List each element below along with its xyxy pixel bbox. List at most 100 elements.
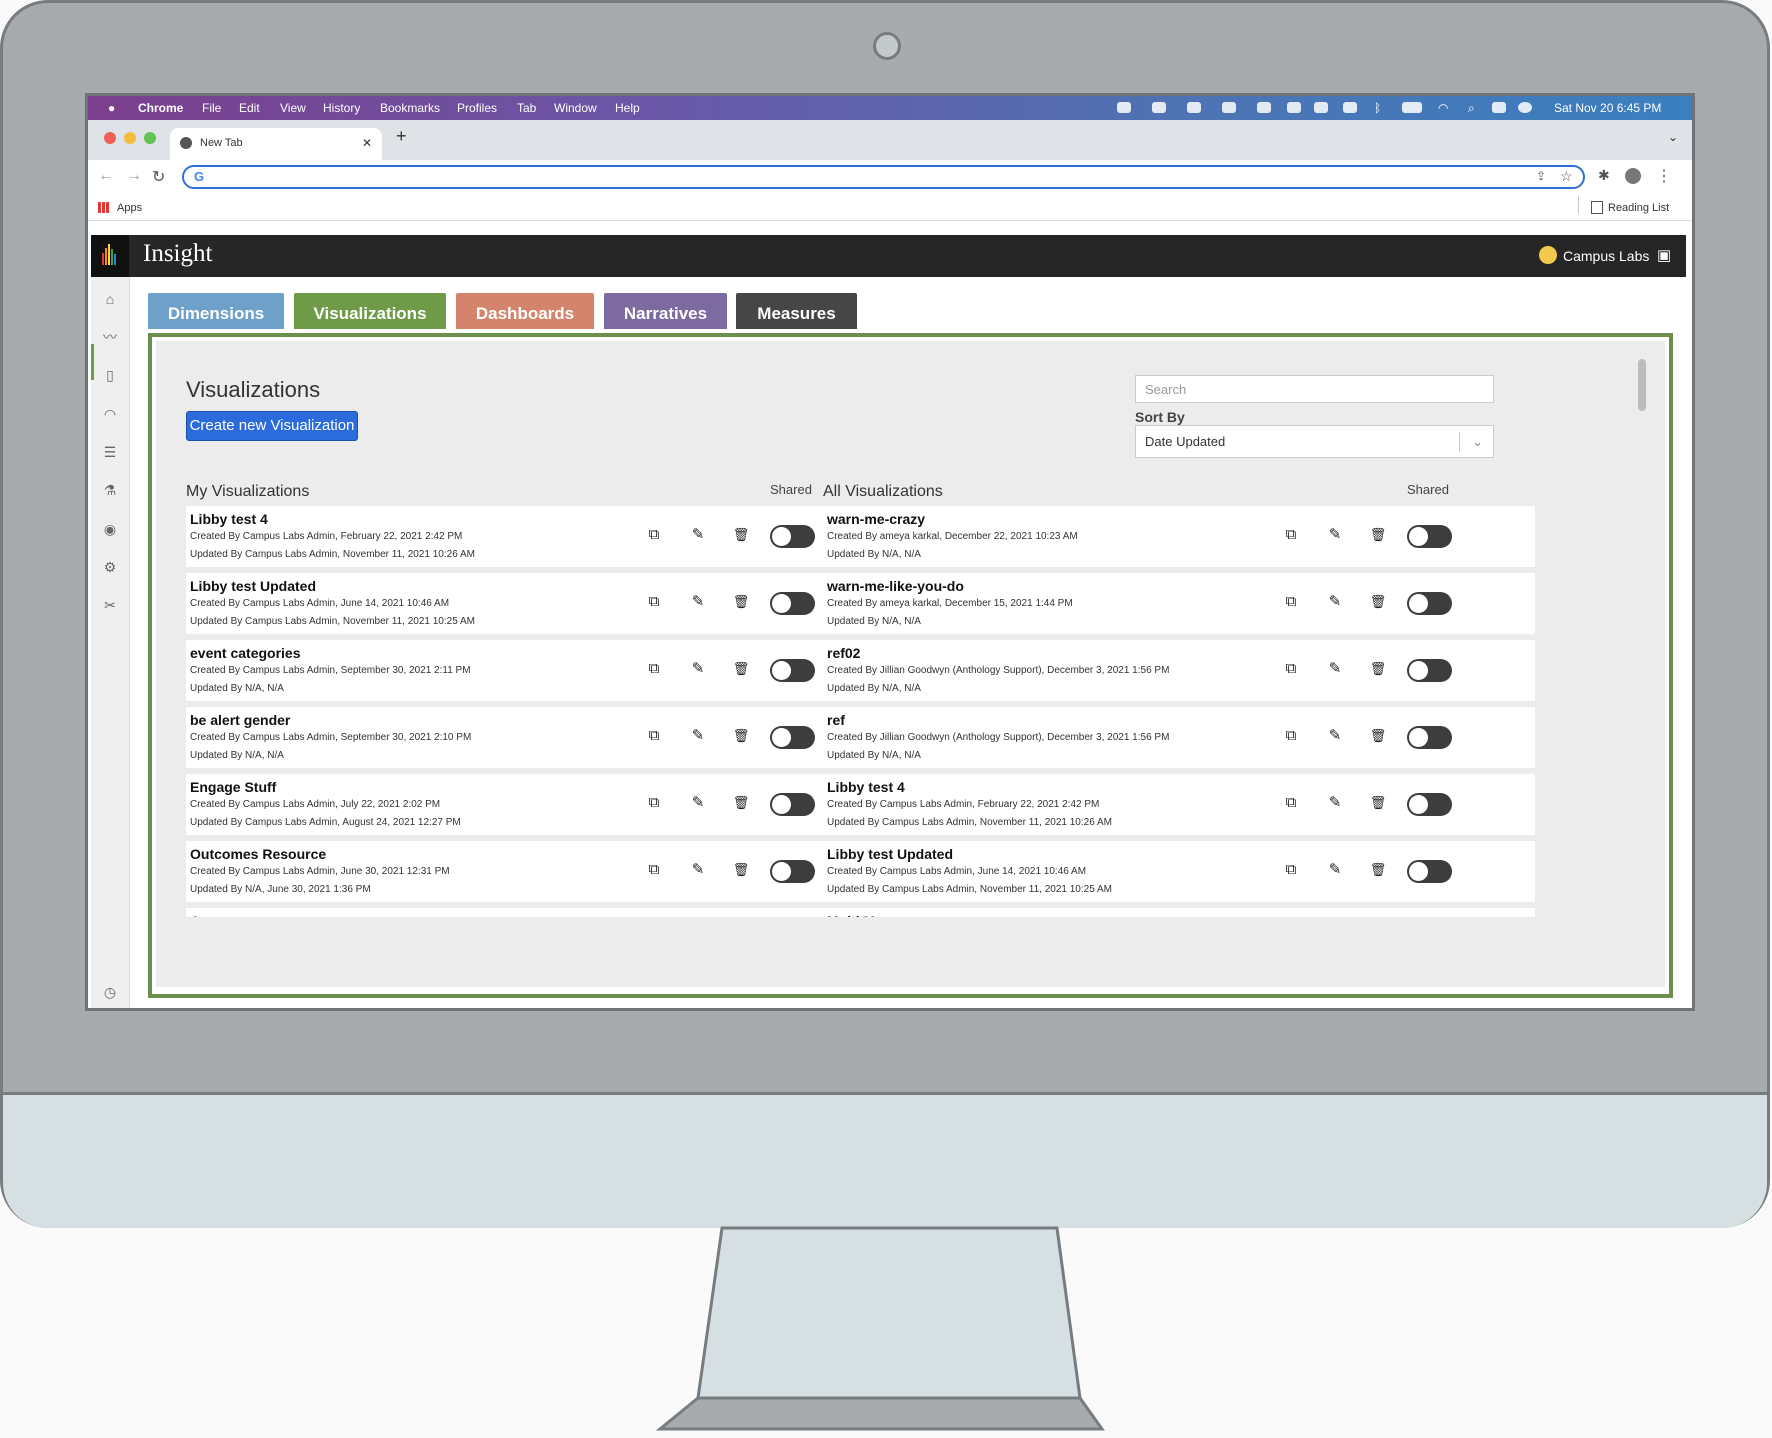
visualization-row[interactable]: event categories Created By Campus Labs A… xyxy=(186,640,898,704)
visualization-row[interactable]: ref Created By Jillian Goodwyn (Anthology… xyxy=(823,707,1535,771)
shared-toggle[interactable] xyxy=(1407,726,1452,749)
search-input[interactable]: Search xyxy=(1135,375,1494,403)
edit-icon[interactable]: ✎ xyxy=(1326,861,1344,879)
share-icon[interactable]: ⇪ xyxy=(1536,169,1546,183)
visualization-name[interactable]: be alert gender xyxy=(190,712,290,728)
create-visualization-button[interactable]: Create new Visualization xyxy=(186,411,358,441)
minimize-window-button[interactable] xyxy=(124,132,136,144)
visualization-name[interactable]: ref xyxy=(827,712,845,728)
visualization-name[interactable]: event categories xyxy=(190,645,301,661)
edit-icon[interactable]: ✎ xyxy=(1326,526,1344,544)
visualization-row[interactable]: Libby test 4 Created By Campus Labs Admin… xyxy=(186,506,898,570)
bookmark-star-icon[interactable]: ☆ xyxy=(1560,168,1573,185)
edit-icon[interactable]: ✎ xyxy=(1326,727,1344,745)
menu-help[interactable]: Help xyxy=(615,101,640,115)
visualization-name[interactable]: Engage Stuff xyxy=(190,779,276,795)
trash-icon[interactable]: 🗑 xyxy=(732,861,750,879)
tools-icon[interactable]: ✂ xyxy=(101,596,119,614)
trend-icon[interactable]: 〰 xyxy=(101,328,119,346)
visualization-name[interactable]: warn-me-like-you-do xyxy=(827,578,964,594)
visualization-row[interactable]: Outcomes Resource Created By Campus Labs … xyxy=(186,841,898,905)
browser-tab[interactable]: New Tab ✕ xyxy=(170,128,382,160)
app-title[interactable]: Insight xyxy=(143,240,212,268)
menubar-clock[interactable]: Sat Nov 20 6:45 PM xyxy=(1554,101,1661,115)
new-tab-button[interactable]: + xyxy=(396,126,407,147)
reading-list-icon[interactable] xyxy=(1591,201,1603,214)
visualization-row[interactable]: warn-me-crazy Created By ameya karkal, De… xyxy=(823,506,1535,570)
visualization-name[interactable]: Libby test 4 xyxy=(827,779,905,795)
status-icon[interactable] xyxy=(1222,102,1236,113)
tab-search-chevron-icon[interactable]: ⌄ xyxy=(1668,130,1678,144)
visualization-row[interactable]: Libby test Updated Created By Campus Labs… xyxy=(823,841,1535,905)
control-center-icon[interactable] xyxy=(1492,102,1506,113)
visualization-row[interactable]: Libby test 4 Created By Campus Labs Admin… xyxy=(823,774,1535,838)
shared-toggle[interactable] xyxy=(1407,592,1452,615)
gear-icon[interactable]: ⚙ xyxy=(101,558,119,576)
visualization-name[interactable]: Libby test Updated xyxy=(190,578,316,594)
shared-toggle[interactable] xyxy=(1407,860,1452,883)
flask-icon[interactable]: ⚗ xyxy=(101,481,119,499)
wifi-icon[interactable]: ◠ xyxy=(1438,101,1448,115)
trash-icon[interactable]: 🗑 xyxy=(732,526,750,544)
gift-icon[interactable]: ▣ xyxy=(1657,246,1671,264)
cloud-icon[interactable] xyxy=(1117,102,1131,113)
extensions-icon[interactable]: ✱ xyxy=(1598,167,1610,184)
shared-toggle[interactable] xyxy=(770,659,815,682)
book-icon[interactable]: ▯ xyxy=(101,366,119,384)
copy-icon[interactable]: ⧉ xyxy=(645,794,663,812)
tab-dashboards[interactable]: Dashboards xyxy=(456,293,594,329)
trash-icon[interactable]: 🗑 xyxy=(732,660,750,678)
trash-icon[interactable]: 🗑 xyxy=(1369,861,1387,879)
close-window-button[interactable] xyxy=(104,132,116,144)
copy-icon[interactable]: ⧉ xyxy=(645,660,663,678)
shared-toggle[interactable] xyxy=(1407,793,1452,816)
status-icon[interactable] xyxy=(1257,102,1271,113)
status-icon[interactable] xyxy=(1287,102,1301,113)
tab-visualizations[interactable]: Visualizations xyxy=(294,293,446,329)
copy-icon[interactable]: ⧉ xyxy=(1282,794,1300,812)
list-icon[interactable]: ☰ xyxy=(101,443,119,461)
siri-icon[interactable] xyxy=(1518,102,1532,113)
edit-icon[interactable]: ✎ xyxy=(689,861,707,879)
copy-icon[interactable]: ⧉ xyxy=(645,727,663,745)
gauge-icon[interactable]: ◠ xyxy=(101,405,119,423)
shared-toggle[interactable] xyxy=(770,525,815,548)
status-icon[interactable] xyxy=(1314,102,1328,113)
copy-icon[interactable]: ⧉ xyxy=(645,526,663,544)
home-icon[interactable]: ⌂ xyxy=(101,290,119,308)
status-icon[interactable] xyxy=(1343,102,1357,113)
trash-icon[interactable]: 🗑 xyxy=(1369,593,1387,611)
forward-icon[interactable]: → xyxy=(126,167,142,185)
menu-history[interactable]: History xyxy=(323,101,360,115)
edit-icon[interactable]: ✎ xyxy=(689,526,707,544)
shared-toggle[interactable] xyxy=(1407,659,1452,682)
shared-toggle[interactable] xyxy=(770,793,815,816)
menu-view[interactable]: View xyxy=(280,101,306,115)
copy-icon[interactable]: ⧉ xyxy=(1282,526,1300,544)
shared-toggle[interactable] xyxy=(770,860,815,883)
trash-icon[interactable]: 🗑 xyxy=(732,794,750,812)
visualization-row[interactable]: ref02 Created By Jillian Goodwyn (Antholo… xyxy=(823,640,1535,704)
menu-file[interactable]: File xyxy=(202,101,221,115)
tab-measures[interactable]: Measures xyxy=(736,293,857,329)
trash-icon[interactable]: 🗑 xyxy=(732,593,750,611)
visualization-name[interactable]: Multi Measure xyxy=(827,913,920,917)
copy-icon[interactable]: ⧉ xyxy=(1282,727,1300,745)
visualization-name[interactable]: Outcomes Resource xyxy=(190,846,326,862)
insight-logo-icon[interactable] xyxy=(91,235,129,277)
shared-toggle[interactable] xyxy=(1407,525,1452,548)
status-icon[interactable] xyxy=(1187,102,1201,113)
copy-icon[interactable]: ⧉ xyxy=(645,593,663,611)
visualization-row[interactable]: Engage Stuff Created By Campus Labs Admin… xyxy=(186,774,898,838)
cloud-icon[interactable] xyxy=(1152,102,1166,113)
scrollbar[interactable] xyxy=(1638,359,1646,411)
bluetooth-icon[interactable]: ᛒ xyxy=(1374,101,1381,115)
visualization-row[interactable]: be alert gender Created By Campus Labs Ad… xyxy=(186,707,898,771)
visualization-row[interactable]: Multi MeasureCreated By Michael Drewitt,… xyxy=(823,908,1535,917)
reading-list-link[interactable]: Reading List xyxy=(1608,202,1669,214)
apple-icon[interactable]: ● xyxy=(108,101,115,115)
battery-icon[interactable] xyxy=(1402,102,1422,113)
menu-edit[interactable]: Edit xyxy=(239,101,260,115)
edit-icon[interactable]: ✎ xyxy=(689,593,707,611)
tab-narratives[interactable]: Narratives xyxy=(604,293,727,329)
